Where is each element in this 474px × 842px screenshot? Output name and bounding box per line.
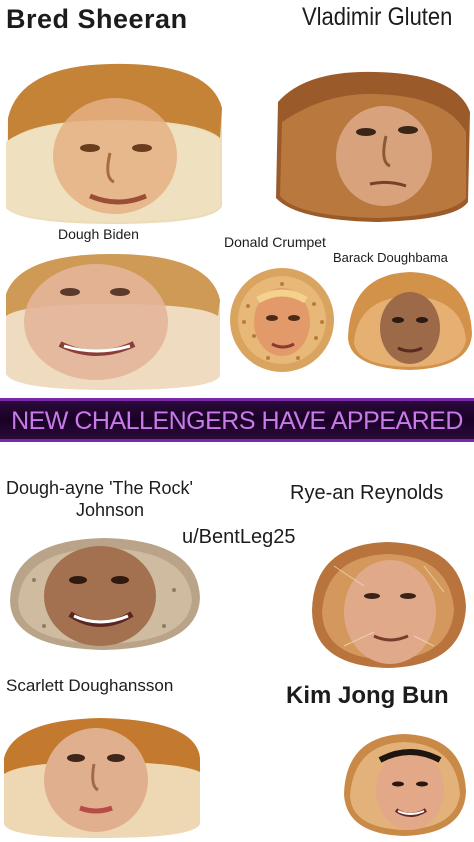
bread-ryan-image — [312, 542, 466, 668]
bread-obama-image — [348, 272, 472, 370]
label-rock-line2: Johnson — [76, 500, 145, 520]
label-scarlett-doughansson: Scarlett Doughansson — [6, 676, 174, 695]
label-kim-jong-bun: Kim Jong Bun — [286, 682, 449, 709]
label-rye-an-reynolds: Rye-an Reynolds — [290, 482, 444, 504]
bread-kim-image — [344, 734, 466, 836]
bread-biden-image — [6, 254, 220, 390]
label-vladimir-gluten: Vladimir Gluten — [302, 3, 453, 31]
bread-rock-image — [10, 538, 200, 650]
banner-text: NEW CHALLENGERS HAVE APPEARED — [11, 407, 463, 435]
bread-sheeran-image — [6, 63, 222, 224]
label-barack-doughbama: Barack Doughbama — [333, 250, 448, 265]
bread-crumpet-image — [230, 268, 334, 372]
banner-challengers: NEW CHALLENGERS HAVE APPEARED — [0, 398, 474, 442]
label-rock-line1: Dough-ayne 'The Rock' — [6, 478, 193, 498]
bread-vladimir-image — [276, 71, 470, 222]
label-donald-crumpet: Donald Crumpet — [224, 234, 326, 250]
label-dough-biden: Dough Biden — [58, 226, 139, 242]
bread-scarlett-image — [4, 718, 200, 838]
label-bred-sheeran: Bred Sheeran — [6, 4, 188, 34]
